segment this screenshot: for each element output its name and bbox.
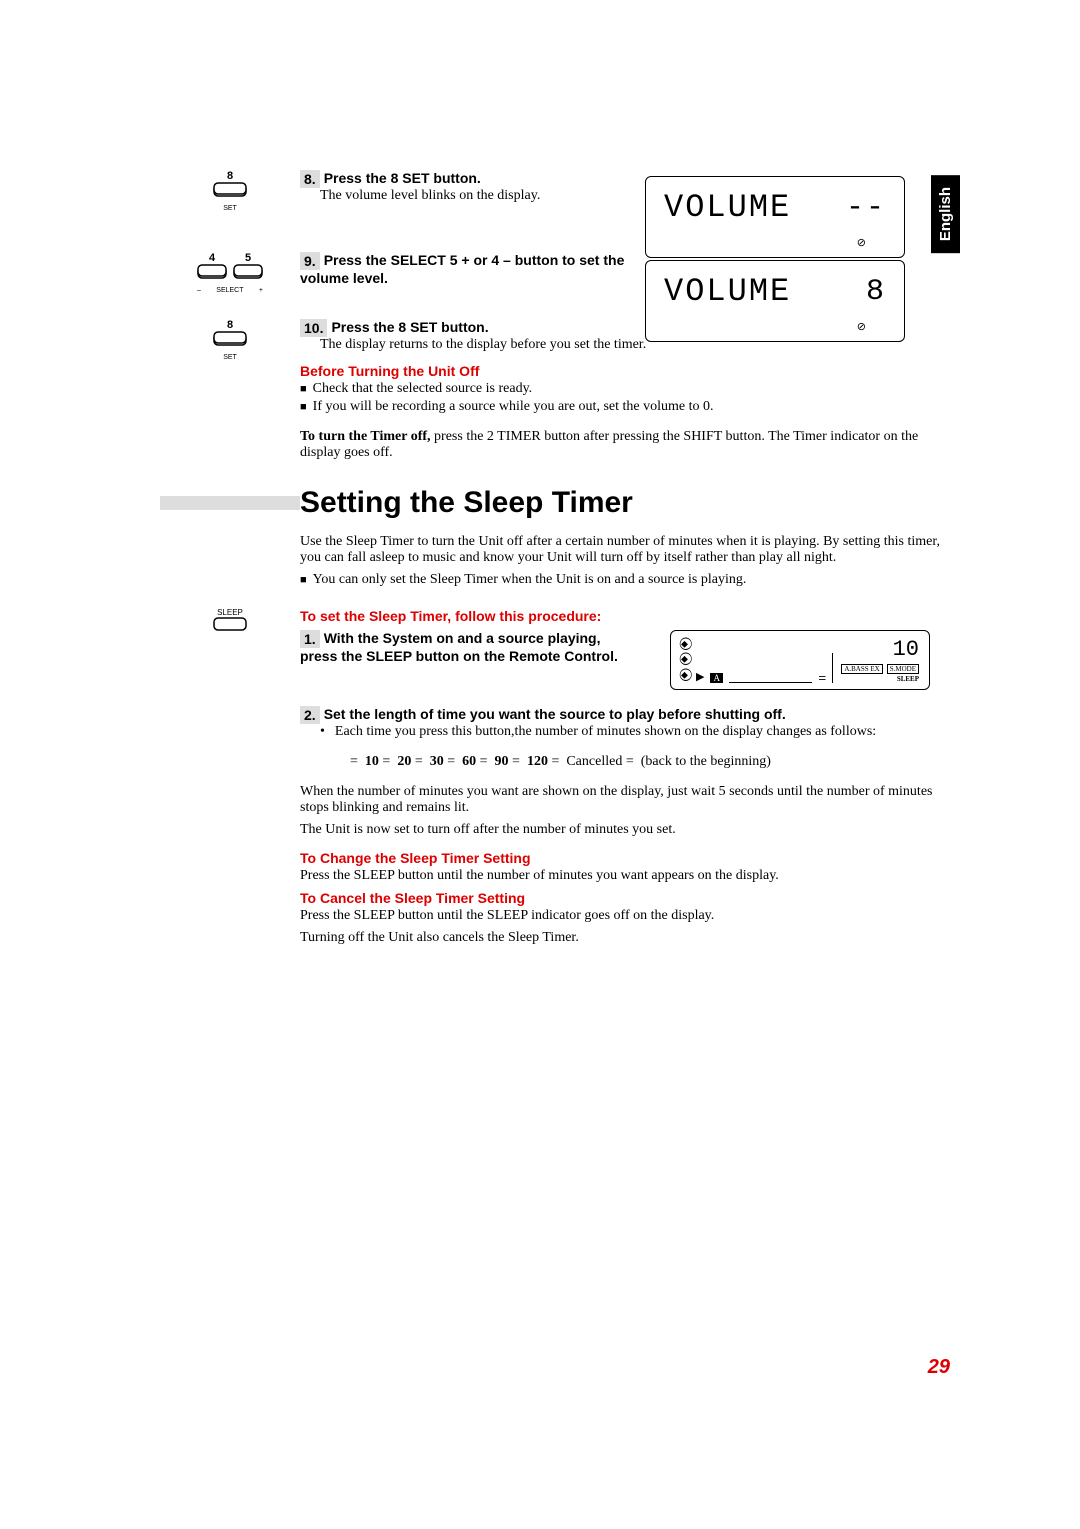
- section-bar: [160, 496, 300, 510]
- smode-tag: S.MODE: [887, 664, 919, 674]
- sleep-tag: SLEEP: [841, 675, 919, 683]
- bullet-item: You can only set the Sleep Timer when th…: [300, 572, 950, 588]
- box-a: A: [710, 673, 723, 683]
- play-icon: ▶: [696, 670, 704, 683]
- procedure-heading: To set the Sleep Timer, follow this proc…: [300, 608, 950, 624]
- page-number: 29: [928, 1356, 950, 1379]
- lcd-display-sleep: ⬥⃝⬥⃝⬥⃝ ▶ A ⚌ 10 A.BASS EX S.MODE: [670, 630, 930, 690]
- set-button-icon-8: 8 SET: [160, 170, 300, 212]
- timer-icon: ⊘: [857, 320, 866, 333]
- step-title: Press the 8 SET button.: [324, 170, 481, 186]
- lcd-display-volume-8: VOLUME8 ⊘: [645, 260, 905, 342]
- wait-note: When the number of minutes you want are …: [300, 784, 950, 816]
- sleep-sequence: = 10 = 20 = 30 = 60 = 90 = 120 = Cancell…: [350, 754, 950, 770]
- sleep-minutes: 10: [841, 637, 919, 662]
- timer-icon: ⊘: [857, 236, 866, 249]
- cancel-body-1: Press the SLEEP button until the SLEEP i…: [300, 908, 950, 924]
- page-content: 8 SET 8. Press the 8 SET button. The vol…: [0, 0, 1080, 952]
- turn-off-note: To turn the Timer off, press the 2 TIMER…: [300, 429, 950, 461]
- sleep-button-icon: SLEEP: [160, 608, 300, 638]
- cancel-heading: To Cancel the Sleep Timer Setting: [300, 890, 950, 906]
- change-heading: To Change the Sleep Timer Setting: [300, 850, 950, 866]
- sub-bullet: Each time you press this button,the numb…: [320, 724, 950, 740]
- section-title: Setting the Sleep Timer: [300, 486, 633, 520]
- step-number: 9.: [300, 252, 320, 270]
- intro-paragraph: Use the Sleep Timer to turn the Unit off…: [300, 534, 950, 566]
- change-body: Press the SLEEP button until the number …: [300, 868, 950, 884]
- step-body: The volume level blinks on the display.: [320, 188, 660, 204]
- step-number: 1.: [300, 630, 320, 648]
- bullet-item: If you will be recording a source while …: [300, 399, 950, 415]
- before-off-heading: Before Turning the Unit Off: [300, 363, 950, 379]
- step-title: Press the SELECT 5 + or 4 – button to se…: [300, 252, 624, 286]
- lcd-display-volume-blank: VOLUME-- ⊘: [645, 176, 905, 258]
- step-number: 10.: [300, 319, 327, 337]
- abass-tag: A.BASS EX: [841, 664, 882, 674]
- disc-icons: ⬥⃝⬥⃝⬥⃝: [681, 637, 688, 683]
- step-number: 2.: [300, 706, 320, 724]
- step-title: Set the length of time you want the sour…: [324, 706, 786, 722]
- language-tab: English: [931, 175, 960, 253]
- bullet-item: Check that the selected source is ready.: [300, 381, 950, 397]
- step-number: 8.: [300, 170, 320, 188]
- select-buttons-icon: 4 5: [160, 252, 300, 287]
- step-title: With the System on and a source playing,…: [300, 630, 618, 664]
- set-button-icon-10: 8 SET: [160, 319, 300, 361]
- step-title: Press the 8 SET button.: [331, 319, 488, 335]
- wait-note-2: The Unit is now set to turn off after th…: [300, 822, 950, 838]
- cancel-body-2: Turning off the Unit also cancels the Sl…: [300, 930, 950, 946]
